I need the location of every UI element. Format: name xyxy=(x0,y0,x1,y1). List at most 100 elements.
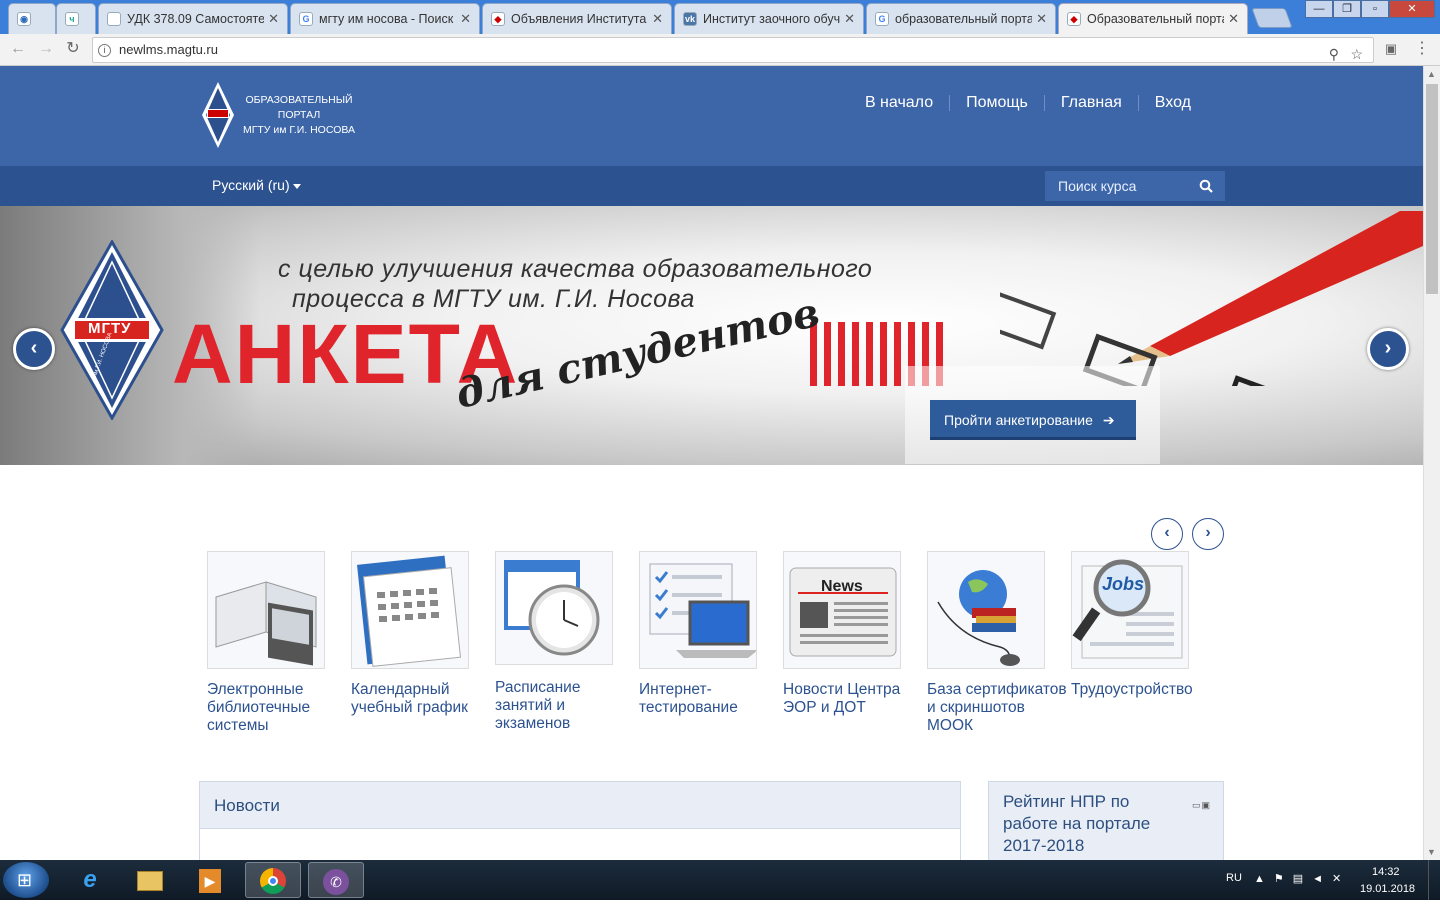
caret-down-icon xyxy=(292,183,301,189)
tile-news-center[interactable]: News Новости Центра ЭОР и ДОТ xyxy=(783,551,923,717)
flag-icon[interactable]: ⚑ xyxy=(1274,873,1293,885)
extension-icon[interactable]: ▣ xyxy=(1381,39,1401,59)
new-tab-button[interactable] xyxy=(1251,8,1293,28)
google-icon: G xyxy=(299,12,313,26)
dock-icon[interactable]: ▣ xyxy=(1201,800,1211,810)
tile-label[interactable]: База сертификатов и скриншотов МООК xyxy=(927,681,1067,735)
chevron-left-icon: ‹ xyxy=(1164,524,1170,541)
nav-link-home[interactable]: В начало xyxy=(849,94,949,112)
tile-label[interactable]: Электронные библиотечные системы xyxy=(207,681,347,735)
reload-icon[interactable]: ↻ xyxy=(63,39,83,59)
media-player-icon[interactable]: ▶ xyxy=(182,862,238,898)
language-menu[interactable]: Русский (ru) xyxy=(212,177,301,193)
minimize-button[interactable]: — xyxy=(1305,0,1333,18)
tray-expand-icon[interactable]: ▲ xyxy=(1254,873,1274,885)
viber-icon[interactable]: ✆ xyxy=(308,862,364,898)
keyboard-language[interactable]: RU xyxy=(1226,872,1242,884)
news-block-title: Новости xyxy=(200,782,960,829)
browser-tab[interactable]: УДК 378.09 Самостояте ✕ xyxy=(98,3,288,34)
tile-label[interactable]: Трудоустройство xyxy=(1071,681,1211,699)
tile-label[interactable]: Календарный учебный график xyxy=(351,681,491,717)
windows-logo-icon: ⊞ xyxy=(17,870,33,890)
volume-muted-icon[interactable]: ◄✕ xyxy=(1312,873,1350,885)
restore-button[interactable]: ❐ xyxy=(1333,0,1361,18)
site-logo[interactable]: ОБРАЗОВАТЕЛЬНЫЙ ПОРТАЛ МГТУ им Г.И. НОСО… xyxy=(200,80,370,150)
tile-ebs[interactable]: Электронные библиотечные системы xyxy=(207,551,347,735)
network-icon[interactable]: ▤ xyxy=(1293,873,1312,885)
clock-time[interactable]: 14:32 xyxy=(1372,866,1400,878)
slider-next-button[interactable]: › xyxy=(1367,328,1409,370)
close-tab-icon[interactable]: ✕ xyxy=(460,11,471,27)
browser-tab[interactable]: ◆ Объявления Института ✕ xyxy=(482,3,672,34)
tile-mooc-certificates[interactable]: База сертификатов и скриншотов МООК xyxy=(927,551,1067,735)
browser-tab[interactable]: Gмгту им носова - Поиск ✕ xyxy=(290,3,480,34)
tile-calendar[interactable]: Календарный учебный график xyxy=(351,551,491,717)
show-desktop-button[interactable] xyxy=(1428,860,1440,900)
logo-text: ОБРАЗОВАТЕЛЬНЫЙ ПОРТАЛ МГТУ им Г.И. НОСО… xyxy=(240,93,358,138)
chevron-right-icon: › xyxy=(1205,524,1211,541)
mgtu-icon: ◆ xyxy=(491,12,505,26)
file-explorer-icon[interactable] xyxy=(122,862,178,898)
internet-explorer-icon[interactable]: e xyxy=(62,862,118,898)
tile-label[interactable]: Интернет-тестирование xyxy=(639,681,779,717)
tile-testing[interactable]: Интернет-тестирование xyxy=(639,551,779,717)
logo-line: ПОРТАЛ xyxy=(277,109,321,121)
chevron-left-icon: ‹ xyxy=(30,337,38,359)
nav-link-main[interactable]: Главная xyxy=(1045,94,1138,112)
search-icon[interactable] xyxy=(1199,179,1213,193)
info-icon[interactable]: i xyxy=(98,44,111,57)
browser-tab-active[interactable]: ◆ Образовательный порта ✕ xyxy=(1058,3,1248,34)
tray-icons[interactable]: ▲⚑▤◄✕ xyxy=(1254,872,1350,885)
schedule-clock-icon xyxy=(495,551,613,665)
scroll-down-icon[interactable]: ▼ xyxy=(1427,847,1436,857)
zoom-icon[interactable]: ⚲ xyxy=(1329,42,1339,66)
back-icon[interactable]: ← xyxy=(8,39,28,59)
close-window-button[interactable]: ✕ xyxy=(1389,0,1435,18)
document-icon xyxy=(107,12,121,26)
close-tab-icon[interactable]: ✕ xyxy=(844,11,855,27)
rating-block-title: Рейтинг НПР по работе на портале 2017-20… xyxy=(1003,792,1151,855)
laptop-checklist-icon xyxy=(639,551,757,669)
tab-title: УДК 378.09 Самостояте xyxy=(127,12,265,26)
close-tab-icon[interactable]: ✕ xyxy=(1228,11,1239,27)
mgtu-diamond-icon xyxy=(202,82,234,148)
course-search-input[interactable]: Поиск курса xyxy=(1045,171,1225,201)
browser-tab[interactable]: ч xyxy=(56,3,96,34)
news-block: Новости xyxy=(199,781,961,860)
survey-cta-button[interactable]: Пройти анкетирование ➔ xyxy=(930,400,1136,440)
slider-prev-button[interactable]: ‹ xyxy=(13,328,55,370)
carousel-next-button[interactable]: › xyxy=(1192,518,1224,550)
chrome-icon[interactable] xyxy=(245,862,301,898)
logo-line: МГТУ им Г.И. НОСОВА xyxy=(242,124,356,136)
maximize-button[interactable]: ▫ xyxy=(1361,0,1389,18)
url-field[interactable]: i newlms.magtu.ru ⚲ ☆ xyxy=(92,37,1374,63)
ebook-icon xyxy=(207,551,325,669)
tab-title: Объявления Института xyxy=(511,12,647,26)
google-icon: G xyxy=(875,12,889,26)
app-icon: ч xyxy=(65,12,79,26)
menu-icon[interactable]: ⋮ xyxy=(1412,39,1432,59)
carousel-prev-button[interactable]: ‹ xyxy=(1151,518,1183,550)
browser-tab[interactable]: ◉ xyxy=(8,3,56,34)
promo-slider: с целью улучшения качества образовательн… xyxy=(0,206,1423,465)
close-tab-icon[interactable]: ✕ xyxy=(1036,11,1047,27)
tile-employment[interactable]: Jobs Трудоустройство xyxy=(1071,551,1211,699)
nav-link-help[interactable]: Помощь xyxy=(950,94,1044,112)
tile-schedule[interactable]: Расписание занятий и экзаменов xyxy=(495,551,635,733)
bookmark-star-icon[interactable]: ☆ xyxy=(1350,42,1363,66)
close-tab-icon[interactable]: ✕ xyxy=(652,11,663,27)
nav-link-login[interactable]: Вход xyxy=(1139,94,1207,112)
start-button[interactable]: ⊞ xyxy=(3,862,49,898)
clock-date[interactable]: 19.01.2018 xyxy=(1360,883,1415,895)
tile-label[interactable]: Новости Центра ЭОР и ДОТ xyxy=(783,681,923,717)
browser-tab[interactable]: vk Институт заочного обуч ✕ xyxy=(674,3,864,34)
close-tab-icon[interactable]: ✕ xyxy=(268,11,279,27)
scroll-up-icon[interactable]: ▲ xyxy=(1427,69,1436,79)
tile-label[interactable]: Расписание занятий и экзаменов xyxy=(495,679,635,733)
browser-tab[interactable]: Gобразовательный порта ✕ xyxy=(866,3,1056,34)
page-scrollbar[interactable]: ▲ ▼ xyxy=(1423,66,1440,860)
search-placeholder: Поиск курса xyxy=(1058,178,1137,194)
forward-icon[interactable]: → xyxy=(36,39,56,59)
scroll-thumb[interactable] xyxy=(1426,84,1438,294)
jobs-magnifier-icon: Jobs xyxy=(1071,551,1189,669)
